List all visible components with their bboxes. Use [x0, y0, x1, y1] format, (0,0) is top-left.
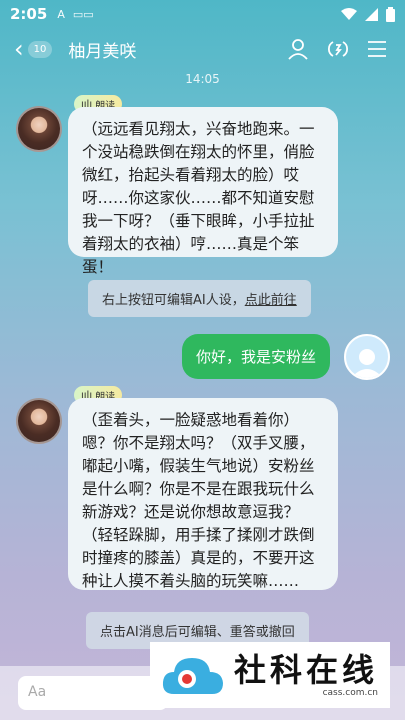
- user-avatar[interactable]: [344, 334, 390, 380]
- status-time: 2:05: [10, 5, 48, 23]
- go-to-settings-link[interactable]: 点此前往: [245, 293, 297, 308]
- watermark-title: 社科在线: [234, 651, 379, 689]
- message-input-placeholder: Aa: [28, 684, 47, 700]
- default-user-icon: [351, 349, 383, 378]
- ai-message-text: （远远看见翔太，兴奋地跑来。一个没站稳跌倒在翔太的怀里，俏脸微红，抬起头看着翔太…: [82, 120, 315, 276]
- chat-timestamp: 14:05: [185, 72, 220, 86]
- battery-icon: [386, 6, 395, 22]
- signal-icon: [365, 7, 378, 21]
- ai-message-bubble[interactable]: （远远看见翔太，兴奋地跑来。一个没站稳跌倒在翔太的怀里，俏脸微红，抬起头看着翔太…: [68, 107, 338, 276]
- system-tip-text: 点击AI消息后可编辑、重答或撤回: [100, 625, 295, 640]
- user-message-text: 你好，我是安粉丝: [196, 348, 317, 366]
- notification-a-icon: A: [57, 7, 65, 21]
- system-tip-text: 右上按钮可编辑AI人设，: [102, 293, 245, 308]
- user-message-bubble[interactable]: 你好，我是安粉丝: [182, 334, 331, 379]
- menu-icon[interactable]: [367, 40, 387, 58]
- watermark: 社科在线 cass.com.cn: [150, 642, 390, 708]
- chat-header: ‹ 10 柚月美咲: [0, 28, 405, 70]
- ai-message-bubble[interactable]: （歪着头，一脸疑惑地看着你）嗯？你不是翔太吗？（双手叉腰，嘟起小嘴，假装生气地说…: [68, 398, 338, 590]
- chevron-left-icon: ‹: [14, 35, 24, 63]
- status-bar: 2:05 A ▭▭: [0, 0, 405, 28]
- refresh-icon[interactable]: [327, 38, 349, 60]
- ai-avatar[interactable]: [16, 106, 62, 152]
- wifi-icon: [341, 8, 357, 20]
- ai-message-text: （歪着头，一脸疑惑地看着你）嗯？你不是翔太吗？（双手叉腰，嘟起小嘴，假装生气地说…: [82, 411, 315, 590]
- unread-count-badge: 10: [27, 40, 53, 58]
- system-tip-edit-persona: 右上按钮可编辑AI人设，点此前往: [88, 280, 311, 317]
- keyboard-icon: ▭▭: [72, 7, 94, 21]
- watermark-url: cass.com.cn: [322, 688, 379, 698]
- message-input[interactable]: Aa: [18, 676, 168, 710]
- back-button[interactable]: ‹ 10: [14, 31, 53, 67]
- ai-avatar[interactable]: [16, 398, 62, 444]
- cloud-logo-icon: [162, 658, 223, 694]
- page-title: 柚月美咲: [68, 41, 137, 62]
- edit-persona-icon[interactable]: [287, 38, 309, 60]
